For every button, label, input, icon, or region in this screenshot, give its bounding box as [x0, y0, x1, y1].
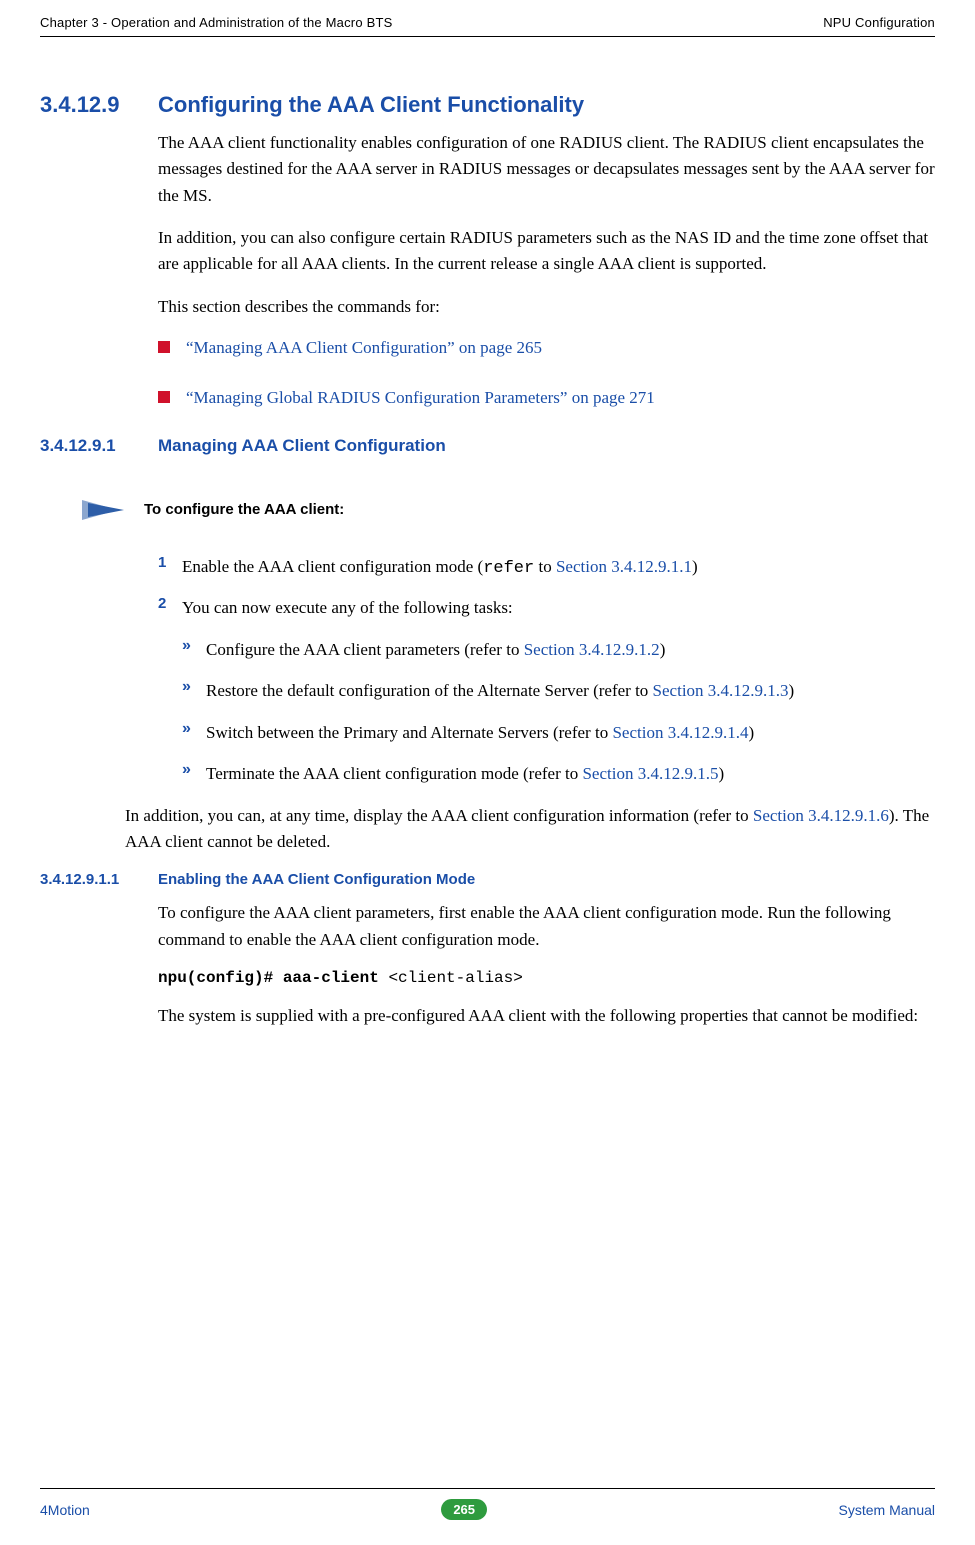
text: Configure the AAA client parameters (ref…	[206, 640, 524, 659]
header-left: Chapter 3 - Operation and Administration…	[40, 15, 392, 30]
step-item: 1 Enable the AAA client configuration mo…	[158, 554, 935, 582]
text: )	[789, 681, 795, 700]
sub-step-text: Restore the default configuration of the…	[206, 678, 794, 704]
section-link[interactable]: Section 3.4.12.9.1.2	[524, 640, 660, 659]
section-link[interactable]: Section 3.4.12.9.1.5	[582, 764, 718, 783]
square-bullet-icon	[158, 391, 170, 403]
link-text[interactable]: “Managing AAA Client Configuration” on p…	[186, 336, 542, 360]
step-item: 2 You can now execute any of the followi…	[158, 595, 935, 621]
text: )	[748, 723, 754, 742]
section-link[interactable]: Section 3.4.12.9.1.4	[612, 723, 748, 742]
section-link[interactable]: Section 3.4.12.9.1.1	[556, 557, 692, 576]
sub-subsection-heading: 3.4.12.9.1.1 Enabling the AAA Client Con…	[40, 871, 935, 888]
text: Restore the default configuration of the…	[206, 681, 653, 700]
footer-right: System Manual	[839, 1502, 935, 1518]
paragraph: In addition, you can, at any time, displ…	[125, 803, 935, 856]
text: Switch between the Primary and Alternate…	[206, 723, 612, 742]
command-arg: <client-alias>	[388, 969, 522, 987]
chevron-right-icon: »	[182, 720, 206, 738]
sub-step-item: » Restore the default configuration of t…	[182, 678, 935, 704]
text: In addition, you can, at any time, displ…	[125, 806, 753, 825]
list-item: “Managing AAA Client Configuration” on p…	[158, 336, 935, 360]
section-number: 3.4.12.9.1	[40, 436, 158, 456]
text: )	[692, 557, 698, 576]
step-number: 1	[158, 554, 182, 571]
paragraph: The AAA client functionality enables con…	[158, 130, 935, 209]
header-right: NPU Configuration	[823, 15, 935, 30]
sub-step-text: Switch between the Primary and Alternate…	[206, 720, 754, 746]
sub-step-item: » Configure the AAA client parameters (r…	[182, 637, 935, 663]
code-text: refer	[483, 559, 534, 578]
sub-step-text: Terminate the AAA client configuration m…	[206, 761, 724, 787]
sub-step-item: » Terminate the AAA client configuration…	[182, 761, 935, 787]
command-line: npu(config)# aaa-client <client-alias>	[158, 969, 935, 987]
chevron-right-icon: »	[182, 678, 206, 696]
text: Enable the AAA client configuration mode…	[182, 557, 483, 576]
text: Terminate the AAA client configuration m…	[206, 764, 582, 783]
section-heading: 3.4.12.9 Configuring the AAA Client Func…	[40, 92, 935, 118]
link-text[interactable]: “Managing Global RADIUS Configuration Pa…	[186, 386, 655, 410]
chevron-right-icon: »	[182, 637, 206, 655]
text: )	[718, 764, 724, 783]
section-number: 3.4.12.9	[40, 92, 158, 118]
section-number: 3.4.12.9.1.1	[40, 871, 158, 888]
text: to	[534, 557, 556, 576]
text: )	[660, 640, 666, 659]
subsection-heading: 3.4.12.9.1 Managing AAA Client Configura…	[40, 436, 935, 456]
paragraph: The system is supplied with a pre-config…	[158, 1003, 935, 1029]
section-link[interactable]: Section 3.4.12.9.1.6	[753, 806, 889, 825]
paragraph: This section describes the commands for:	[158, 294, 935, 320]
arrow-right-icon	[80, 498, 128, 522]
page-number-badge: 265	[441, 1499, 487, 1520]
chevron-right-icon: »	[182, 761, 206, 779]
section-title: Managing AAA Client Configuration	[158, 436, 446, 456]
step-text: Enable the AAA client configuration mode…	[182, 554, 698, 582]
page-header: Chapter 3 - Operation and Administration…	[40, 15, 935, 37]
paragraph: In addition, you can also configure cert…	[158, 225, 935, 278]
procedure-heading: To configure the AAA client:	[80, 498, 935, 522]
sub-step-item: » Switch between the Primary and Alterna…	[182, 720, 935, 746]
step-text: You can now execute any of the following…	[182, 595, 513, 621]
list-item: “Managing Global RADIUS Configuration Pa…	[158, 386, 935, 410]
footer-left: 4Motion	[40, 1502, 90, 1518]
step-number: 2	[158, 595, 182, 612]
command-bold: npu(config)# aaa-client	[158, 969, 388, 987]
paragraph: To configure the AAA client parameters, …	[158, 900, 935, 953]
section-link[interactable]: Section 3.4.12.9.1.3	[653, 681, 789, 700]
square-bullet-icon	[158, 341, 170, 353]
section-title: Enabling the AAA Client Configuration Mo…	[158, 871, 475, 888]
procedure-title: To configure the AAA client:	[144, 501, 344, 518]
section-title: Configuring the AAA Client Functionality	[158, 92, 584, 118]
sub-step-text: Configure the AAA client parameters (ref…	[206, 637, 665, 663]
page-footer: 4Motion 265 System Manual	[40, 1488, 935, 1520]
